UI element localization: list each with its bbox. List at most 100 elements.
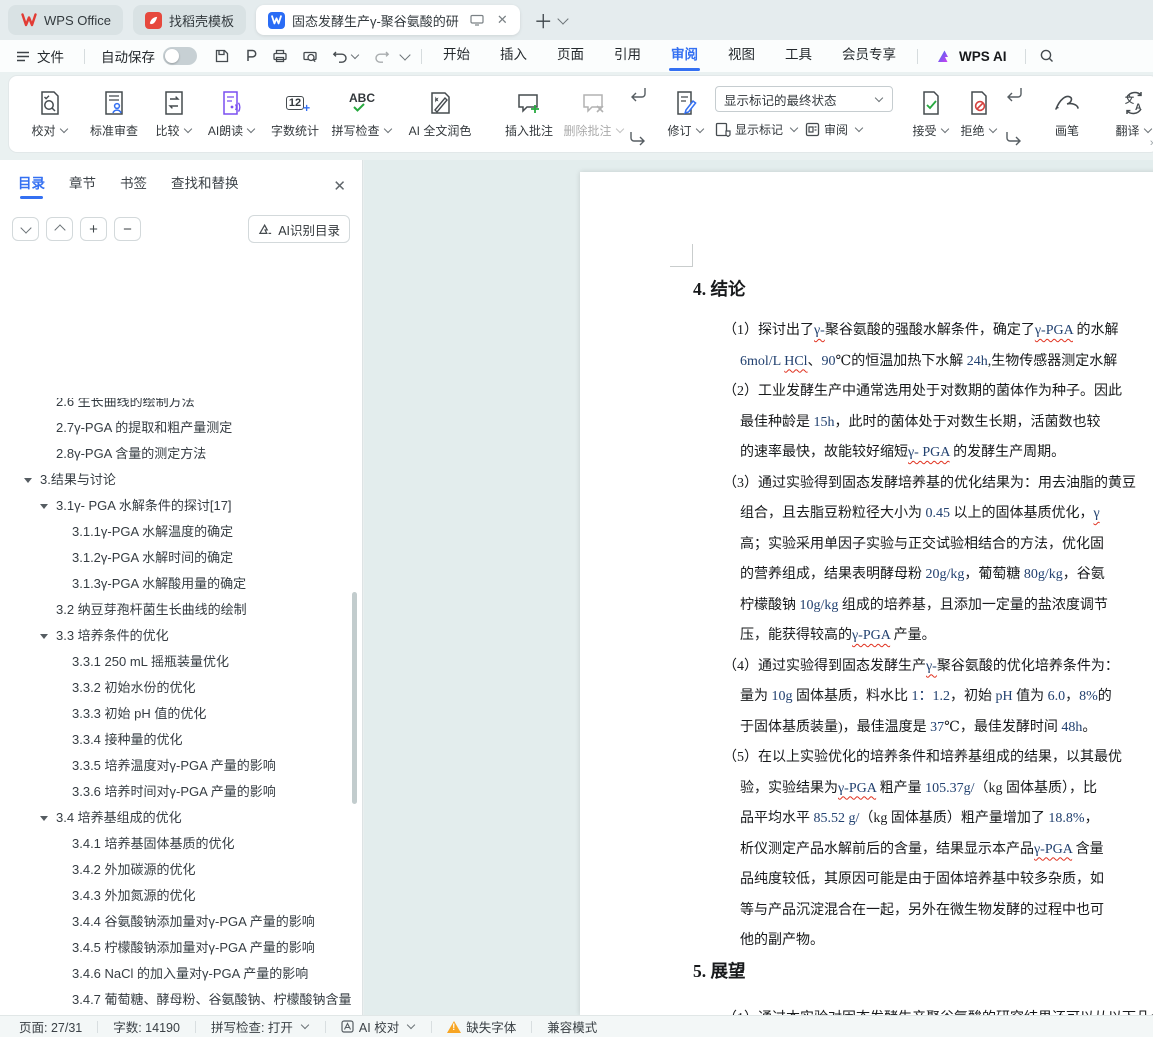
tab-wps-office[interactable]: WPS Office xyxy=(8,5,123,35)
search-icon[interactable] xyxy=(1032,48,1062,64)
sidebar-tab-toc[interactable]: 目录 xyxy=(18,172,45,199)
tab-screen-icon[interactable] xyxy=(470,14,484,26)
toc-item[interactable]: 3.2 纳豆芽孢杆菌生长曲线的绘制 xyxy=(0,597,352,623)
accept-button[interactable]: 接受 xyxy=(907,84,955,139)
insert-comment-button[interactable]: 插入批注 xyxy=(497,84,561,139)
menu-tab[interactable]: 插入 xyxy=(485,40,542,72)
toc-item[interactable]: 3.4 培养基组成的优化 xyxy=(0,805,352,831)
ai-read-button[interactable]: AI朗读 xyxy=(201,84,263,139)
document-text-line[interactable]: （1）探讨出了γ-聚谷氨酸的强酸水解条件，确定了γ-PGA 的水解 xyxy=(723,320,1118,342)
save-button[interactable] xyxy=(207,48,237,64)
toc-expand-button[interactable] xyxy=(12,217,39,241)
toc-item[interactable]: 3.4.5 柠檬酸钠添加量对γ-PGA 产量的影响 xyxy=(0,935,352,961)
toc-item[interactable]: 3.3.3 初始 pH 值的优化 xyxy=(0,701,352,727)
toc-item[interactable]: 2.6 生长曲线的绘制方法 xyxy=(0,398,352,415)
menu-tab[interactable]: 视图 xyxy=(713,40,770,72)
print-button[interactable] xyxy=(265,48,295,64)
redo-button[interactable] xyxy=(367,49,397,63)
markup-state-dropdown[interactable]: 显示标记的最终状态 xyxy=(715,86,893,112)
document-text-line[interactable]: （4）通过实验得到固态发酵生产γ-聚谷氨酸的优化培养条件为： xyxy=(723,656,1119,678)
toc-item[interactable]: 2.8γ-PGA 含量的测定方法 xyxy=(0,441,352,467)
tab-list-chevron-icon[interactable] xyxy=(557,12,569,25)
autosave-toggle[interactable] xyxy=(163,47,197,65)
toc-item[interactable]: 3.3.2 初始水份的优化 xyxy=(0,675,352,701)
word-count-indicator[interactable]: 字数: 14190 xyxy=(111,1017,182,1036)
next-comment-icon[interactable] xyxy=(629,132,647,146)
toc-collapse-caret-icon[interactable] xyxy=(24,478,32,483)
reject-button[interactable]: 拒绝 xyxy=(955,84,1003,139)
spell-check-button[interactable]: ABC 拼写检查 xyxy=(327,84,397,139)
document-page[interactable]: 4. 结论 （1）探讨出了γ-聚谷氨酸的强酸水解条件，确定了γ-PGA 的水解 6… xyxy=(580,172,1153,1015)
tab-docer-templates[interactable]: 找稻壳模板 xyxy=(132,5,246,35)
compare-button[interactable]: 比较 xyxy=(147,84,201,139)
previous-comment-icon[interactable] xyxy=(629,88,647,102)
document-text-line[interactable]: 的速率最快，故能较好缩短γ- PGA 的发酵生产周期。 xyxy=(740,442,1065,464)
toc-item[interactable]: 3.4.1 培养基固体基质的优化 xyxy=(0,831,352,857)
track-changes-button[interactable]: 修订 xyxy=(663,84,709,139)
document-heading-outlook[interactable]: 5. 展望 xyxy=(693,958,746,983)
toc-collapse-button[interactable] xyxy=(46,217,73,241)
next-change-icon[interactable] xyxy=(1005,132,1023,146)
document-text-line[interactable]: 于固体基质装量)，最佳温度是 37℃，最佳发酵时间 48h。 xyxy=(740,717,1096,739)
toc-item[interactable]: 3.1.2γ-PGA 水解时间的确定 xyxy=(0,545,352,571)
file-menu[interactable]: 文件 xyxy=(0,46,78,66)
brush-button[interactable]: 画笔 xyxy=(1039,84,1095,139)
sidebar-close-icon[interactable]: ✕ xyxy=(333,177,346,195)
toc-item[interactable]: 3.3.5 培养温度对γ-PGA 产量的影响 xyxy=(0,753,352,779)
page-indicator[interactable]: 页面: 27/31 xyxy=(17,1017,84,1036)
toc-zoom-in-button[interactable]: + xyxy=(80,217,107,241)
toc-item[interactable]: 3.4.4 谷氨酸钠添加量对γ-PGA 产量的影响 xyxy=(0,909,352,935)
toc-item[interactable]: 3.3.6 培养时间对γ-PGA 产量的影响 xyxy=(0,779,352,805)
document-heading-conclusion[interactable]: 4. 结论 xyxy=(693,276,746,301)
previous-change-icon[interactable] xyxy=(1005,88,1023,102)
menu-tab[interactable]: 审阅 xyxy=(656,40,713,72)
print-preview-button[interactable] xyxy=(295,48,325,64)
toc-item[interactable]: 3.1γ- PGA 水解条件的探讨[17] xyxy=(0,493,352,519)
undo-button[interactable] xyxy=(325,49,367,63)
document-text-line[interactable]: 最佳种龄是 15h，此时的菌体处于对数生长期，活菌数也较 xyxy=(740,412,1101,434)
toc-collapse-caret-icon[interactable] xyxy=(40,634,48,639)
proofread-button[interactable]: 校对 xyxy=(19,84,81,139)
document-text-line[interactable]: 等与产品沉淀混合在一起，另外在微生物发酵的过程中也可 xyxy=(740,900,1104,922)
document-text-line[interactable]: 验，实验结果为γ-PGA 粗产量 105.37g/（kg 固体基质），比 xyxy=(740,778,1097,800)
wps-ai-menu[interactable]: WPS AI xyxy=(924,49,1019,64)
toc-item[interactable]: 2.7γ-PGA 的提取和粗产量测定 xyxy=(0,415,352,441)
new-tab-button[interactable]: ＋ xyxy=(534,7,553,34)
document-text-line[interactable]: 品平均水平 85.52 g/（kg 固体基质）粗产量增加了 18.8%， xyxy=(740,808,1099,830)
tab-close-icon[interactable]: ✕ xyxy=(497,12,508,28)
translate-button[interactable]: 文A 翻译 xyxy=(1109,84,1153,139)
ai-polish-button[interactable]: AI 全文润色 xyxy=(397,84,483,139)
sidebar-tab-find-replace[interactable]: 查找和替换 xyxy=(171,172,239,199)
toc-item[interactable]: 3.1.1γ-PGA 水解温度的确定 xyxy=(0,519,352,545)
document-text-line[interactable]: （3）通过实验得到固态发酵培养基的优化结果为：用去油脂的黄豆 xyxy=(723,473,1136,495)
sidebar-tab-chapters[interactable]: 章节 xyxy=(69,172,96,199)
show-markup-button[interactable]: 显示标记 xyxy=(715,121,799,138)
menu-tab[interactable]: 开始 xyxy=(428,40,485,72)
toc-collapse-caret-icon[interactable] xyxy=(40,504,48,509)
menu-tab[interactable]: 工具 xyxy=(770,40,827,72)
menu-tab[interactable]: 会员专享 xyxy=(827,40,911,72)
toc-collapse-caret-icon[interactable] xyxy=(40,816,48,821)
ai-recognize-toc-button[interactable]: AI识别目录 xyxy=(248,215,350,243)
sidebar-tab-bookmarks[interactable]: 书签 xyxy=(120,172,147,199)
toc-item[interactable]: 3.3 培养条件的优化 xyxy=(0,623,352,649)
document-text-line[interactable]: 量为 10g 固体基质，料水比 1：1.2，初始 pH 值为 6.0，8%的 xyxy=(740,686,1112,708)
document-text-line[interactable]: 他的副产物。 xyxy=(740,930,824,952)
menu-tab[interactable]: 页面 xyxy=(542,40,599,72)
undo-chevron-icon[interactable] xyxy=(350,50,360,59)
document-text-line[interactable]: （5）在以上实验优化的培养条件和培养基组成的结果，以其最优 xyxy=(723,747,1122,769)
document-text-line[interactable]: 品纯度较低，其原因可能是由于固体培养基中较多杂质，如 xyxy=(740,869,1104,891)
missing-font-warning[interactable]: 缺失字体 xyxy=(445,1017,518,1036)
toc-item[interactable]: 3.结果与讨论 xyxy=(0,467,352,493)
document-text-line[interactable]: 高；实验采用单因子实验与正交试验相结合的方法，优化固 xyxy=(740,534,1104,556)
clipped-text-line[interactable]: （1）通过本实验对固态发酵生产聚谷氨酸的研究结果还可以从以下几个方面进行进一步的… xyxy=(723,1007,1153,1015)
toc-item[interactable]: 3.1.3γ-PGA 水解酸用量的确定 xyxy=(0,571,352,597)
spell-check-status[interactable]: 拼写检查: 打开 xyxy=(209,1017,312,1036)
export-pdf-button[interactable] xyxy=(237,48,265,64)
document-text-line[interactable]: （2）工业发酵生产中通常选用处于对数期的菌体作为种子。因此 xyxy=(723,381,1122,403)
review-pane-button[interactable]: 审阅 xyxy=(805,121,864,138)
document-text-line[interactable]: 柠檬酸钠 10g/kg 组成的培养基，且添加一定量的盐浓度调节 xyxy=(740,595,1108,617)
quick-access-chevron-icon[interactable] xyxy=(399,48,411,61)
ai-proofread-status[interactable]: AI 校对 xyxy=(339,1017,418,1036)
document-text-line[interactable]: 6mol/L HCl、90℃的恒温加热下水解 24h,生物传感器测定水解 xyxy=(740,351,1117,373)
